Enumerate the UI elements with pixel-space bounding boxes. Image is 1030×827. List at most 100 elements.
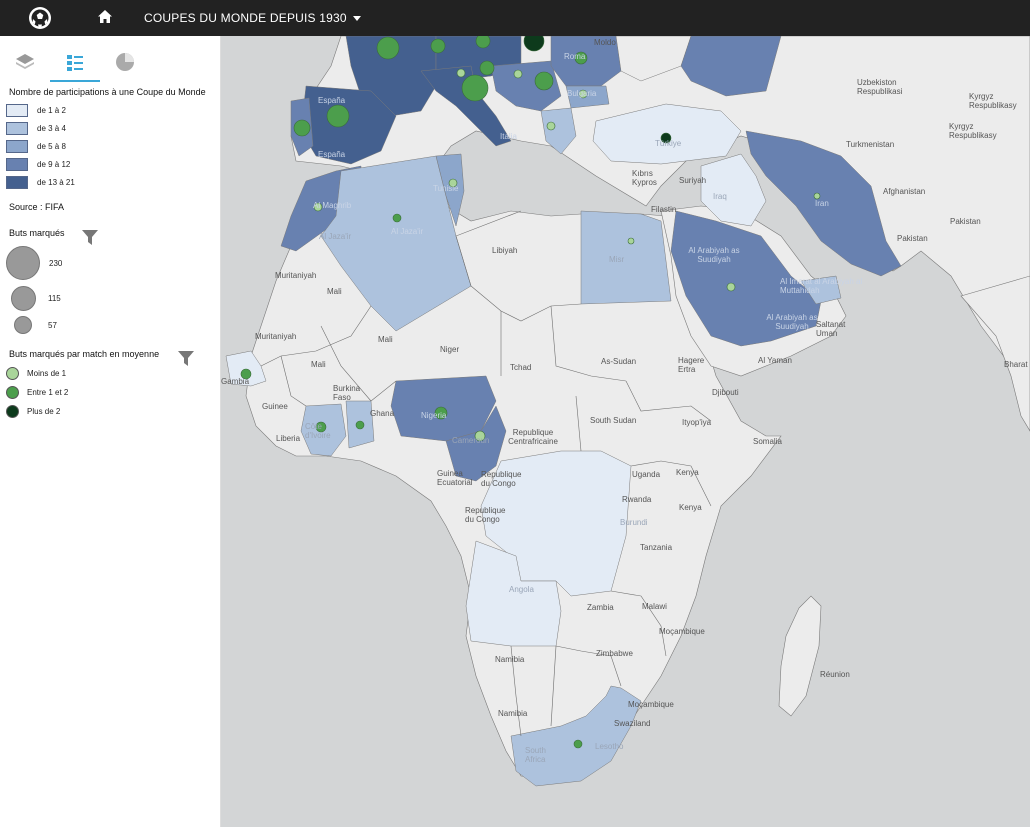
map-label: Kyrgyz Respublikasy	[969, 92, 1017, 110]
map-label: Niger	[440, 345, 460, 354]
map-label: Tanzania	[640, 543, 673, 552]
choropleth-class: de 5 à 8	[6, 140, 66, 153]
choropleth-class: de 9 à 12	[6, 158, 70, 171]
map-label: Côte d'Ivoire	[305, 422, 331, 440]
map-label: Hagere Ertra	[678, 356, 705, 374]
map-label: Al Imarat al Arabiyah al Muttahidah	[780, 277, 863, 295]
map-label: Pakistan	[950, 217, 981, 226]
map-label: Ghana	[370, 409, 395, 418]
map-label: Al Jaza'ir	[319, 232, 352, 241]
map-label: Mali	[311, 360, 326, 369]
map-title-dropdown[interactable]: COUPES DU MONDE DEPUIS 1930	[144, 11, 361, 25]
map-label: Mali	[378, 335, 393, 344]
source-text: Source : FIFA	[9, 202, 65, 212]
map-label: Gambia	[221, 377, 250, 386]
goals-size-230: 230	[6, 246, 62, 280]
legend-swatch	[6, 176, 28, 189]
country-egypt	[580, 210, 672, 305]
map-label: Al Yaman	[758, 356, 792, 365]
tab-legend[interactable]	[50, 44, 100, 82]
filter-icon[interactable]	[81, 229, 99, 247]
tab-chart[interactable]	[100, 44, 150, 80]
map-label: Iraq	[713, 192, 727, 201]
map-label: Nigeria	[421, 411, 447, 420]
tab-layers[interactable]	[0, 44, 50, 80]
map-label: Swaziland	[614, 719, 651, 728]
map-label: Tchad	[510, 363, 532, 372]
map-label: Libiyah	[492, 246, 518, 255]
map-label: Italia	[500, 132, 517, 141]
map-label: Guinee	[262, 402, 288, 411]
map-label: Al Jaza'ir	[391, 227, 424, 236]
goals-legend-title: Buts marqués	[9, 228, 65, 238]
proportional-circle	[11, 286, 36, 311]
goals-per-match-class: Entre 1 et 2	[6, 386, 68, 399]
map-label: Republique du Congo	[481, 470, 522, 488]
map-canvas[interactable]: España España Italia Roma Bulgaria Moldo…	[221, 36, 1030, 827]
map-label: Burundi	[620, 518, 648, 527]
map-label: Zimbabwe	[596, 649, 633, 658]
sidebar-tabs	[0, 40, 220, 82]
map-label: Djibouti	[712, 388, 739, 397]
map-label: Muritaniyah	[275, 271, 317, 280]
map-label: Al Arabiyah as Suudiyah	[688, 246, 740, 264]
map-title: COUPES DU MONDE DEPUIS 1930	[144, 11, 347, 25]
map-label: Republique du Congo	[465, 506, 506, 524]
map-label: Malawi	[642, 602, 667, 611]
map-label: Somalia	[753, 437, 782, 446]
home-icon[interactable]	[96, 8, 114, 26]
map-label: Burkina Faso	[333, 384, 361, 402]
map-label: Türkiye	[655, 139, 682, 148]
map-label: Mali	[327, 287, 342, 296]
map-label: Cameroun	[452, 436, 490, 445]
map-label: Filastin	[651, 205, 677, 214]
map-label: Moçambique	[628, 700, 674, 709]
map-label: Al Arabiyah as Suudiyah	[766, 313, 818, 331]
map-label: Bulgaria	[567, 89, 597, 98]
goals-size-57: 57	[14, 316, 57, 334]
legend-swatch	[6, 122, 28, 135]
goals-size-115: 115	[11, 286, 61, 311]
map-label: Kenya	[676, 468, 699, 477]
map-label: Misr	[609, 255, 625, 264]
map-label: Afghanistan	[883, 187, 926, 196]
legend-dot	[6, 386, 19, 399]
map-label: Kıbrıs Kypros	[632, 169, 657, 187]
legend-swatch	[6, 140, 28, 153]
map-label: Angola	[509, 585, 534, 594]
map-label: Lesotho	[595, 742, 624, 751]
map-label: As-Sudan	[601, 357, 637, 366]
map-label: Roma	[564, 52, 586, 61]
top-bar: COUPES DU MONDE DEPUIS 1930	[0, 0, 1030, 36]
layers-icon	[16, 54, 34, 69]
map-label: Zambia	[587, 603, 614, 612]
caret-down-icon	[352, 16, 361, 21]
map-label: Uganda	[632, 470, 661, 479]
pie-chart-icon	[116, 53, 134, 71]
legend-swatch	[6, 104, 28, 117]
map-label: Uzbekiston Respublikasi	[857, 78, 903, 96]
map-label: Liberia	[276, 434, 301, 443]
map-label: Tunisie	[433, 184, 459, 193]
goals-per-match-legend-title: Buts marqués par match en moyenne	[9, 349, 160, 359]
choropleth-class: de 1 à 2	[6, 104, 66, 117]
map-label: Al Maghrib	[313, 201, 352, 210]
soccer-ball-logo-icon[interactable]	[28, 6, 52, 30]
goals-per-match-class: Moins de 1	[6, 367, 66, 380]
map-label: Rwanda	[622, 495, 652, 504]
goals-per-match-class: Plus de 2	[6, 405, 60, 418]
map-label: Saltanat Uman	[816, 320, 846, 338]
choropleth-legend-title: Nombre de participations à une Coupe du …	[9, 87, 206, 97]
map-label: Moçambique	[659, 627, 705, 636]
map-label: Namibia	[498, 709, 528, 718]
map-label: Pakistan	[897, 234, 928, 243]
sidebar: Nombre de participations à une Coupe du …	[0, 36, 221, 827]
map-label: Moldo	[594, 38, 616, 47]
filter-icon[interactable]	[177, 350, 195, 368]
map-label: Guinea Ecuatorial	[437, 469, 473, 487]
choropleth-class: de 3 à 4	[6, 122, 66, 135]
proportional-circle	[14, 316, 32, 334]
map-label: Bharat	[1004, 360, 1028, 369]
legend-swatch	[6, 158, 28, 171]
choropleth-class: de 13 à 21	[6, 176, 75, 189]
